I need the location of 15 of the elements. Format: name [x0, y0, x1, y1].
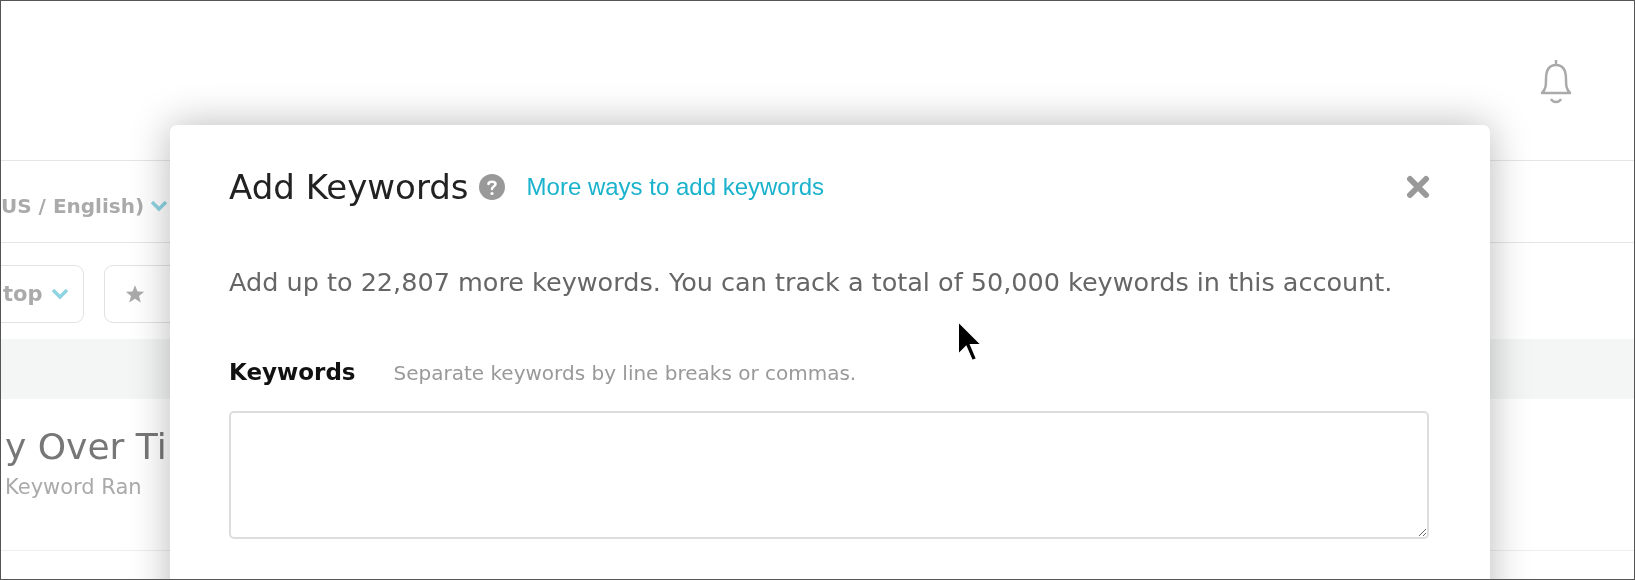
close-button[interactable]	[1406, 175, 1430, 199]
star-icon	[124, 284, 145, 304]
chart-title: y Over Ti	[5, 425, 168, 469]
keywords-hint: Separate keywords by line breaks or commas.	[393, 361, 857, 385]
chevron-down-icon	[50, 288, 69, 300]
keyword-limit-text: Add up to 22,807 more keywords. You can track a total of 50,000 keywords in this account.	[229, 267, 1394, 297]
locale-selector[interactable]: US / English)	[1, 193, 145, 218]
chart-subtitle: Keyword Ran	[5, 474, 143, 501]
dialog-title: Add Keywords	[229, 167, 469, 207]
keywords-label: Keywords	[229, 359, 356, 385]
help-icon[interactable]	[478, 174, 505, 200]
chevron-down-icon	[150, 199, 169, 212]
keywords-input[interactable]	[229, 411, 1429, 539]
device-dropdown[interactable]: top	[1, 265, 84, 323]
more-ways-link[interactable]: More ways to add keywords	[526, 173, 825, 201]
